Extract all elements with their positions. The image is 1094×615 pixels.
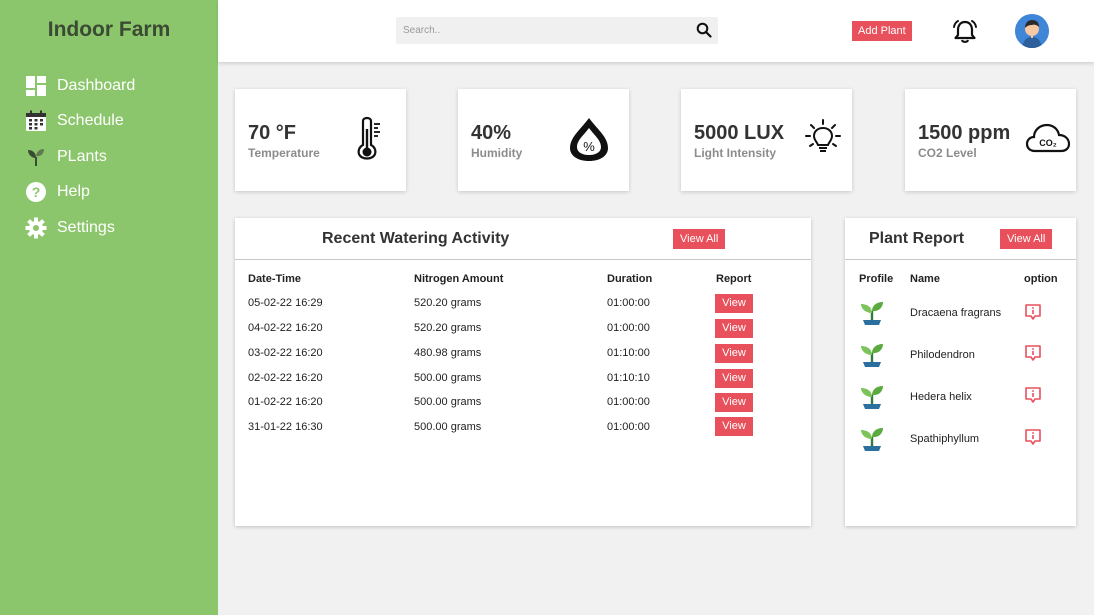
- view-report-button[interactable]: View: [715, 369, 753, 388]
- sidebar: Indoor Farm Dashboard Schedule PLants ? …: [0, 0, 218, 615]
- sidebar-item-plants[interactable]: PLants: [25, 139, 135, 175]
- sidebar-item-label: Help: [57, 183, 90, 201]
- bell-icon[interactable]: [951, 19, 979, 50]
- info-bubble-icon[interactable]: [1024, 303, 1042, 321]
- cell-datetime: 05-02-22 16:29: [248, 297, 323, 309]
- plant-icon: [861, 428, 883, 451]
- plant-name: Dracaena fragrans: [910, 307, 1002, 319]
- stat-card-temperature: 70 °F Temperature: [235, 89, 406, 191]
- cell-datetime: 04-02-22 16:20: [248, 322, 323, 334]
- temperature-value: 70 °F: [248, 122, 297, 144]
- sidebar-item-label: Dashboard: [57, 76, 136, 94]
- dashboard-icon: [25, 75, 47, 97]
- stat-card-light: 5000 LUX Light Intensity: [681, 89, 852, 191]
- sidebar-item-settings[interactable]: Settings: [25, 210, 135, 246]
- info-bubble-icon[interactable]: [1024, 428, 1042, 446]
- cell-duration: 01:00:00: [607, 421, 650, 433]
- co2-value: 1500 ppm: [918, 122, 1011, 144]
- sidebar-item-label: Settings: [57, 218, 115, 236]
- search-bar: [396, 17, 718, 44]
- light-label: Light Intensity: [694, 146, 776, 160]
- cell-duration: 01:00:00: [607, 322, 650, 334]
- plant-name: Hedera helix: [910, 391, 972, 403]
- co2-cloud-icon: CO₂: [1025, 121, 1071, 160]
- plant-name: Spathiphyllum: [910, 433, 980, 445]
- plant-report-view-all-button[interactable]: View All: [1000, 229, 1053, 249]
- sidebar-item-help[interactable]: ? Help: [25, 175, 135, 211]
- cell-datetime: 03-02-22 16:20: [248, 347, 323, 359]
- co2-label: CO2 Level: [918, 146, 977, 160]
- col-header-report: Report: [716, 273, 752, 285]
- view-report-button[interactable]: View: [715, 344, 753, 363]
- cell-amount: 520.20 grams: [414, 322, 482, 334]
- gear-icon: [25, 217, 47, 239]
- cell-duration: 01:00:00: [607, 297, 650, 309]
- light-value: 5000 LUX: [694, 122, 785, 144]
- col-header-nitrogen: Nitrogen Amount: [414, 273, 504, 285]
- cell-datetime: 01-02-22 16:20: [248, 396, 323, 408]
- col-header-datetime: Date-Time: [248, 273, 301, 285]
- view-report-button[interactable]: View: [715, 319, 753, 338]
- brand-title: Indoor Farm: [47, 18, 171, 41]
- cell-duration: 01:10:10: [607, 372, 650, 384]
- cell-amount: 500.00 grams: [414, 396, 482, 408]
- calendar-icon: [25, 110, 47, 132]
- plant-name: Philodendron: [910, 349, 975, 361]
- avatar[interactable]: [1015, 14, 1049, 48]
- cell-amount: 500.00 grams: [414, 421, 482, 433]
- watering-divider: [235, 259, 811, 260]
- sidebar-item-label: Schedule: [57, 112, 124, 130]
- info-bubble-icon[interactable]: [1024, 386, 1042, 404]
- temperature-label: Temperature: [248, 146, 320, 160]
- plant-icon: [861, 386, 883, 409]
- top-header: Add Plant: [218, 0, 1094, 62]
- thermometer-icon: [357, 115, 383, 168]
- sidebar-item-dashboard[interactable]: Dashboard: [25, 68, 135, 104]
- watering-title: Recent Watering Activity: [322, 230, 510, 247]
- watering-view-all-button[interactable]: View All: [673, 229, 726, 249]
- col-header-profile: Profile: [859, 273, 894, 285]
- stat-card-humidity: 40% Humidity %: [458, 89, 629, 191]
- sidebar-item-schedule[interactable]: Schedule: [25, 104, 135, 140]
- plant-report-title: Plant Report: [869, 230, 965, 247]
- humidity-value: 40%: [471, 122, 512, 144]
- view-report-button[interactable]: View: [715, 393, 753, 412]
- svg-text:?: ?: [32, 184, 41, 200]
- sprout-icon: [25, 146, 47, 168]
- humidity-label: Humidity: [471, 146, 523, 160]
- cell-amount: 520.20 grams: [414, 297, 482, 309]
- col-header-name: Name: [910, 273, 940, 285]
- search-icon[interactable]: [696, 22, 712, 43]
- lightbulb-icon: [805, 119, 841, 162]
- stat-card-co2: 1500 ppm CO2 Level CO₂: [905, 89, 1076, 191]
- watering-panel: Recent Watering Activity View All Date-T…: [235, 218, 811, 526]
- info-bubble-icon[interactable]: [1024, 344, 1042, 362]
- col-header-duration: Duration: [607, 273, 653, 285]
- sidebar-nav: Dashboard Schedule PLants ? Help Setting…: [25, 68, 135, 246]
- add-plant-button[interactable]: Add Plant: [852, 21, 912, 41]
- cell-amount: 480.98 grams: [414, 347, 482, 359]
- cell-datetime: 02-02-22 16:20: [248, 372, 323, 384]
- svg-text:%: %: [583, 139, 595, 154]
- plant-icon: [861, 344, 883, 367]
- cell-datetime: 31-01-22 16:30: [248, 421, 323, 433]
- help-icon: ?: [25, 181, 47, 203]
- cell-duration: 01:10:00: [607, 347, 650, 359]
- sidebar-item-label: PLants: [57, 147, 107, 165]
- view-report-button[interactable]: View: [715, 294, 753, 313]
- col-header-option: option: [1024, 273, 1058, 285]
- humidity-drop-icon: %: [566, 115, 612, 168]
- plant-report-divider: [845, 259, 1076, 260]
- plant-report-panel: Plant Report View All Profile Name optio…: [845, 218, 1076, 526]
- search-input[interactable]: [396, 25, 676, 36]
- view-report-button[interactable]: View: [715, 417, 753, 436]
- plant-icon: [861, 302, 883, 325]
- svg-text:CO₂: CO₂: [1039, 138, 1057, 148]
- cell-duration: 01:00:00: [607, 396, 650, 408]
- cell-amount: 500.00 grams: [414, 372, 482, 384]
